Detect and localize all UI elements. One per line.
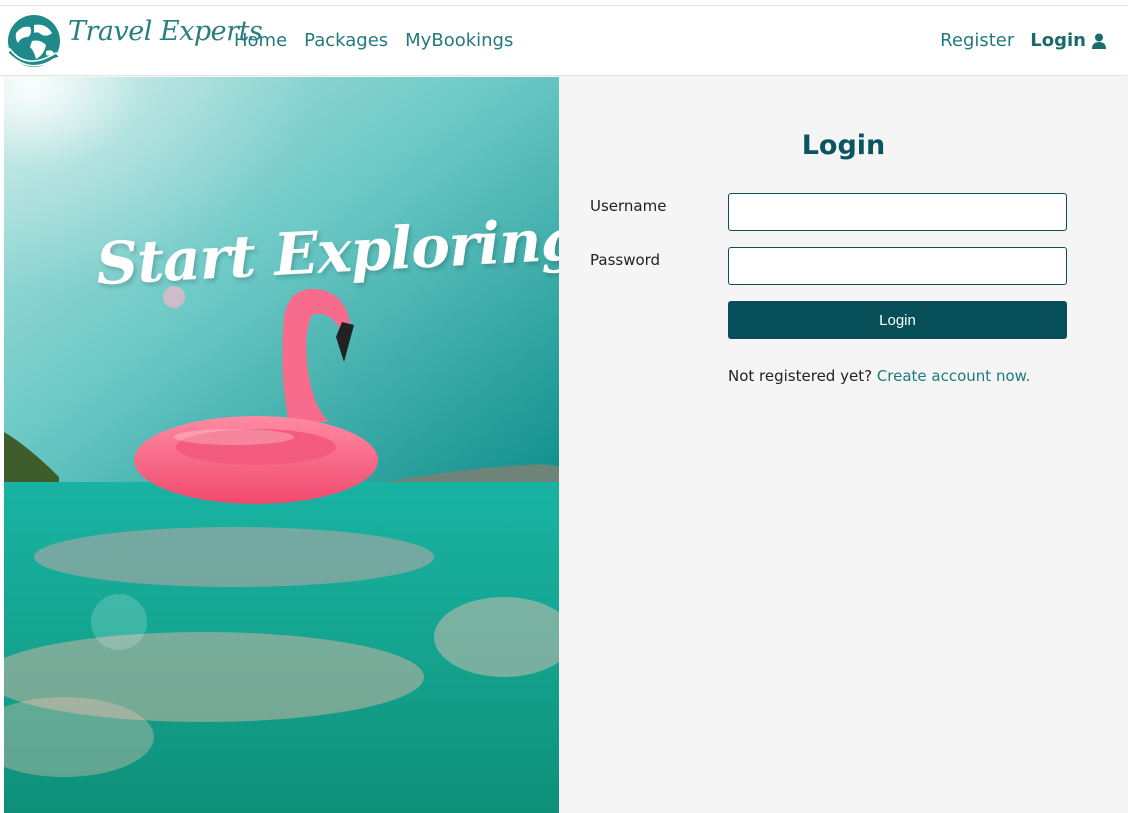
password-input[interactable]: [728, 247, 1067, 285]
signup-prompt: Not registered yet?: [728, 367, 873, 385]
login-title: Login: [801, 130, 886, 161]
username-label: Username: [590, 197, 667, 215]
register-link[interactable]: Register: [940, 30, 1014, 51]
navbar: Travel Experts Home Packages MyBookings …: [0, 6, 1128, 76]
user-icon: [1092, 33, 1106, 49]
flamingo-float-photo: [4, 77, 559, 813]
nav-mybookings-link[interactable]: MyBookings: [405, 30, 513, 51]
login-link[interactable]: Login: [1030, 30, 1106, 51]
login-button[interactable]: Login: [728, 301, 1067, 339]
create-account-link[interactable]: Create account now.: [877, 367, 1030, 385]
nav-home-link[interactable]: Home: [234, 30, 287, 51]
login-link-label: Login: [1030, 30, 1086, 51]
login-panel: Login Username Password Login Not regist…: [559, 77, 1128, 813]
hero-image: Start Exploring!: [4, 77, 559, 813]
main-nav: Home Packages MyBookings: [234, 30, 530, 51]
username-input[interactable]: [728, 193, 1067, 231]
account-nav: Register Login: [940, 30, 1106, 51]
signup-prompt-row: Not registered yet? Create account now.: [728, 367, 1030, 385]
password-label: Password: [590, 251, 661, 269]
nav-packages-link[interactable]: Packages: [304, 30, 388, 51]
globe-icon[interactable]: [6, 13, 62, 69]
